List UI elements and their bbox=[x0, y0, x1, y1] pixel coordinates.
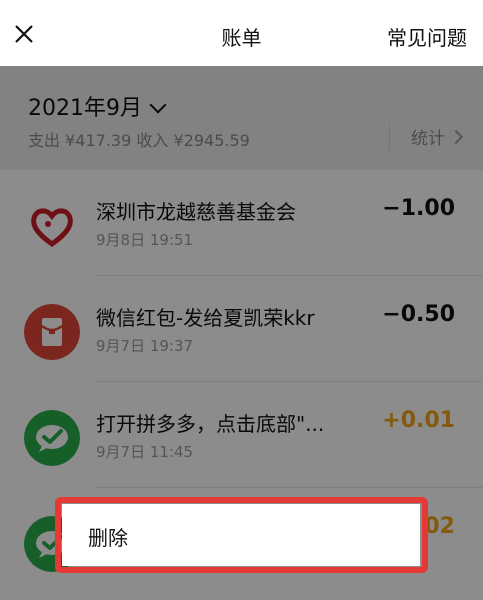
highlight-box bbox=[55, 497, 428, 573]
nav-bar: 账单 常见问题 bbox=[0, 0, 483, 66]
faq-link[interactable]: 常见问题 bbox=[387, 22, 467, 51]
bill-screen: 账单 常见问题 2021年9月 支出 ¥417.39 收入 ¥2945.59 统… bbox=[0, 0, 483, 600]
